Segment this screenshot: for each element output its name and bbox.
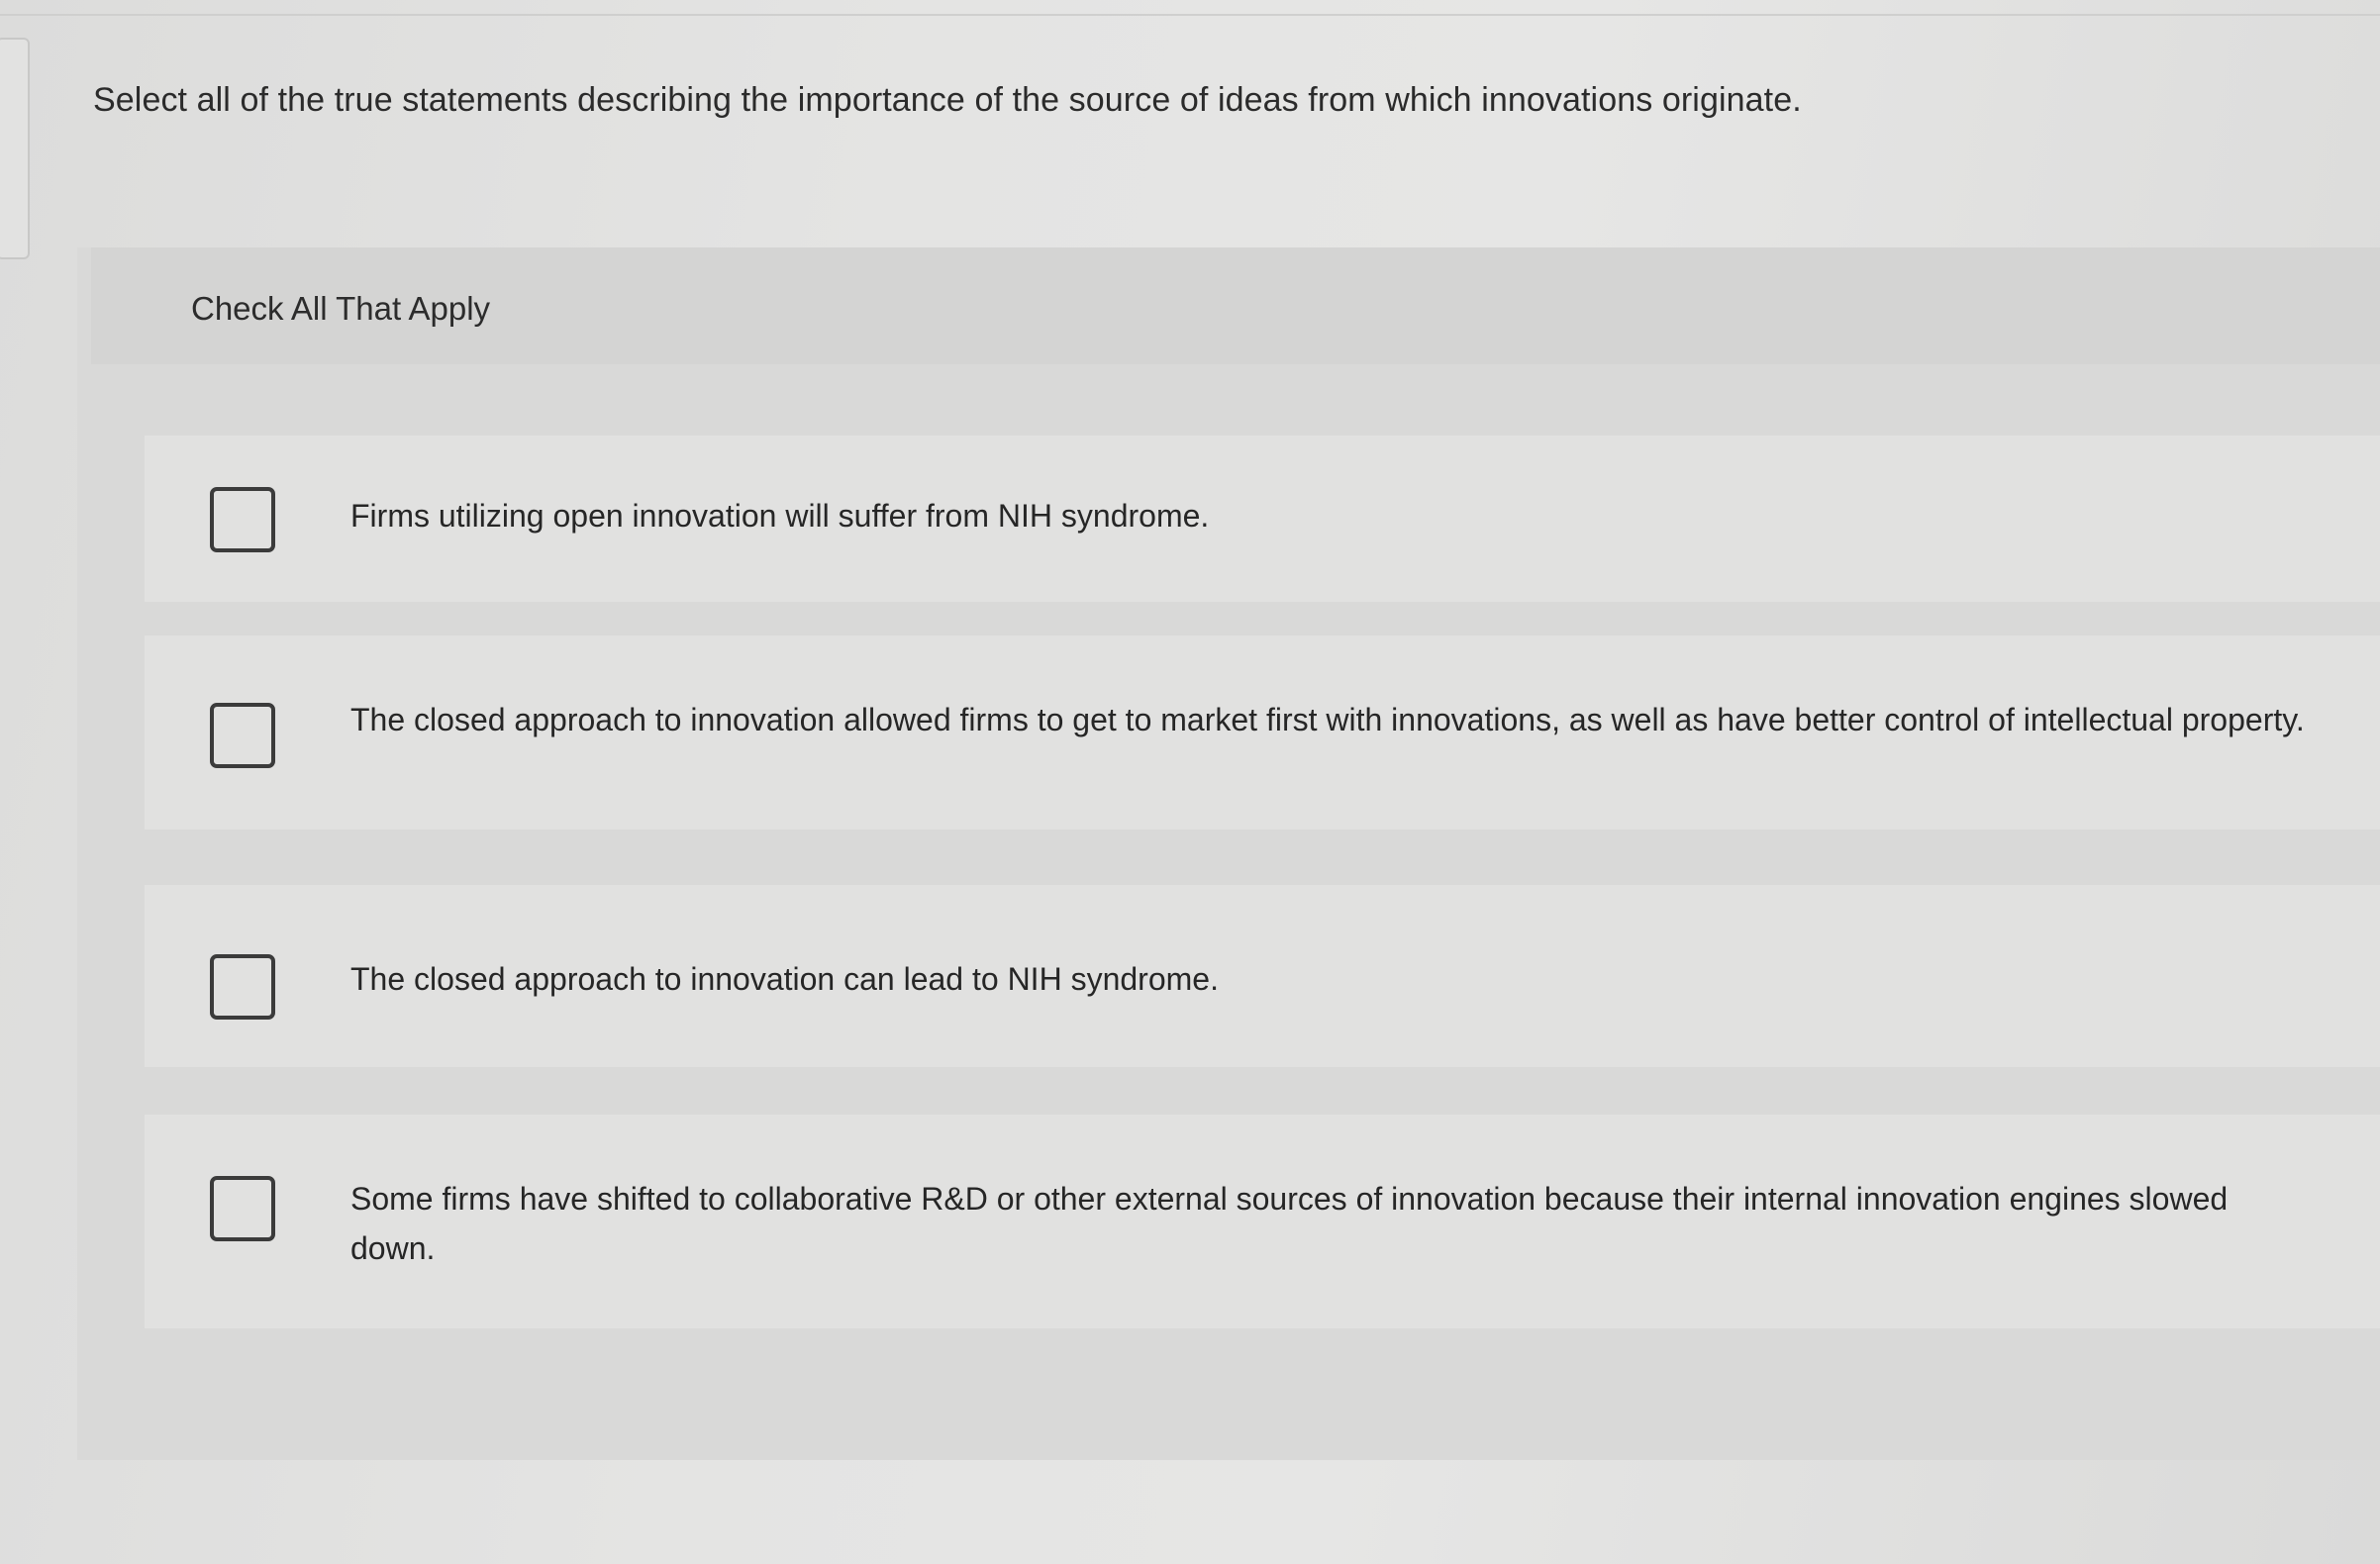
- option-checkbox-1[interactable]: [210, 487, 275, 552]
- option-text-2[interactable]: The closed approach to innovation allowe…: [350, 695, 2321, 744]
- option-checkbox-4[interactable]: [210, 1176, 275, 1241]
- option-checkbox-3[interactable]: [210, 954, 275, 1020]
- option-row-4[interactable]: Some firms have shifted to collaborative…: [145, 1115, 2380, 1328]
- option-text-1[interactable]: Firms utilizing open innovation will suf…: [350, 491, 2321, 540]
- question-prompt: Select all of the true statements descri…: [93, 81, 1802, 119]
- option-row-1[interactable]: Firms utilizing open innovation will suf…: [145, 436, 2380, 602]
- left-edge-panel: [0, 38, 30, 259]
- option-row-2[interactable]: The closed approach to innovation allowe…: [145, 635, 2380, 830]
- option-text-4[interactable]: Some firms have shifted to collaborative…: [350, 1174, 2321, 1273]
- top-divider: [0, 14, 2380, 16]
- option-row-3[interactable]: The closed approach to innovation can le…: [145, 885, 2380, 1067]
- option-text-3[interactable]: The closed approach to innovation can le…: [350, 954, 2321, 1004]
- check-all-that-apply-label: Check All That Apply: [191, 290, 491, 327]
- option-checkbox-2[interactable]: [210, 703, 275, 768]
